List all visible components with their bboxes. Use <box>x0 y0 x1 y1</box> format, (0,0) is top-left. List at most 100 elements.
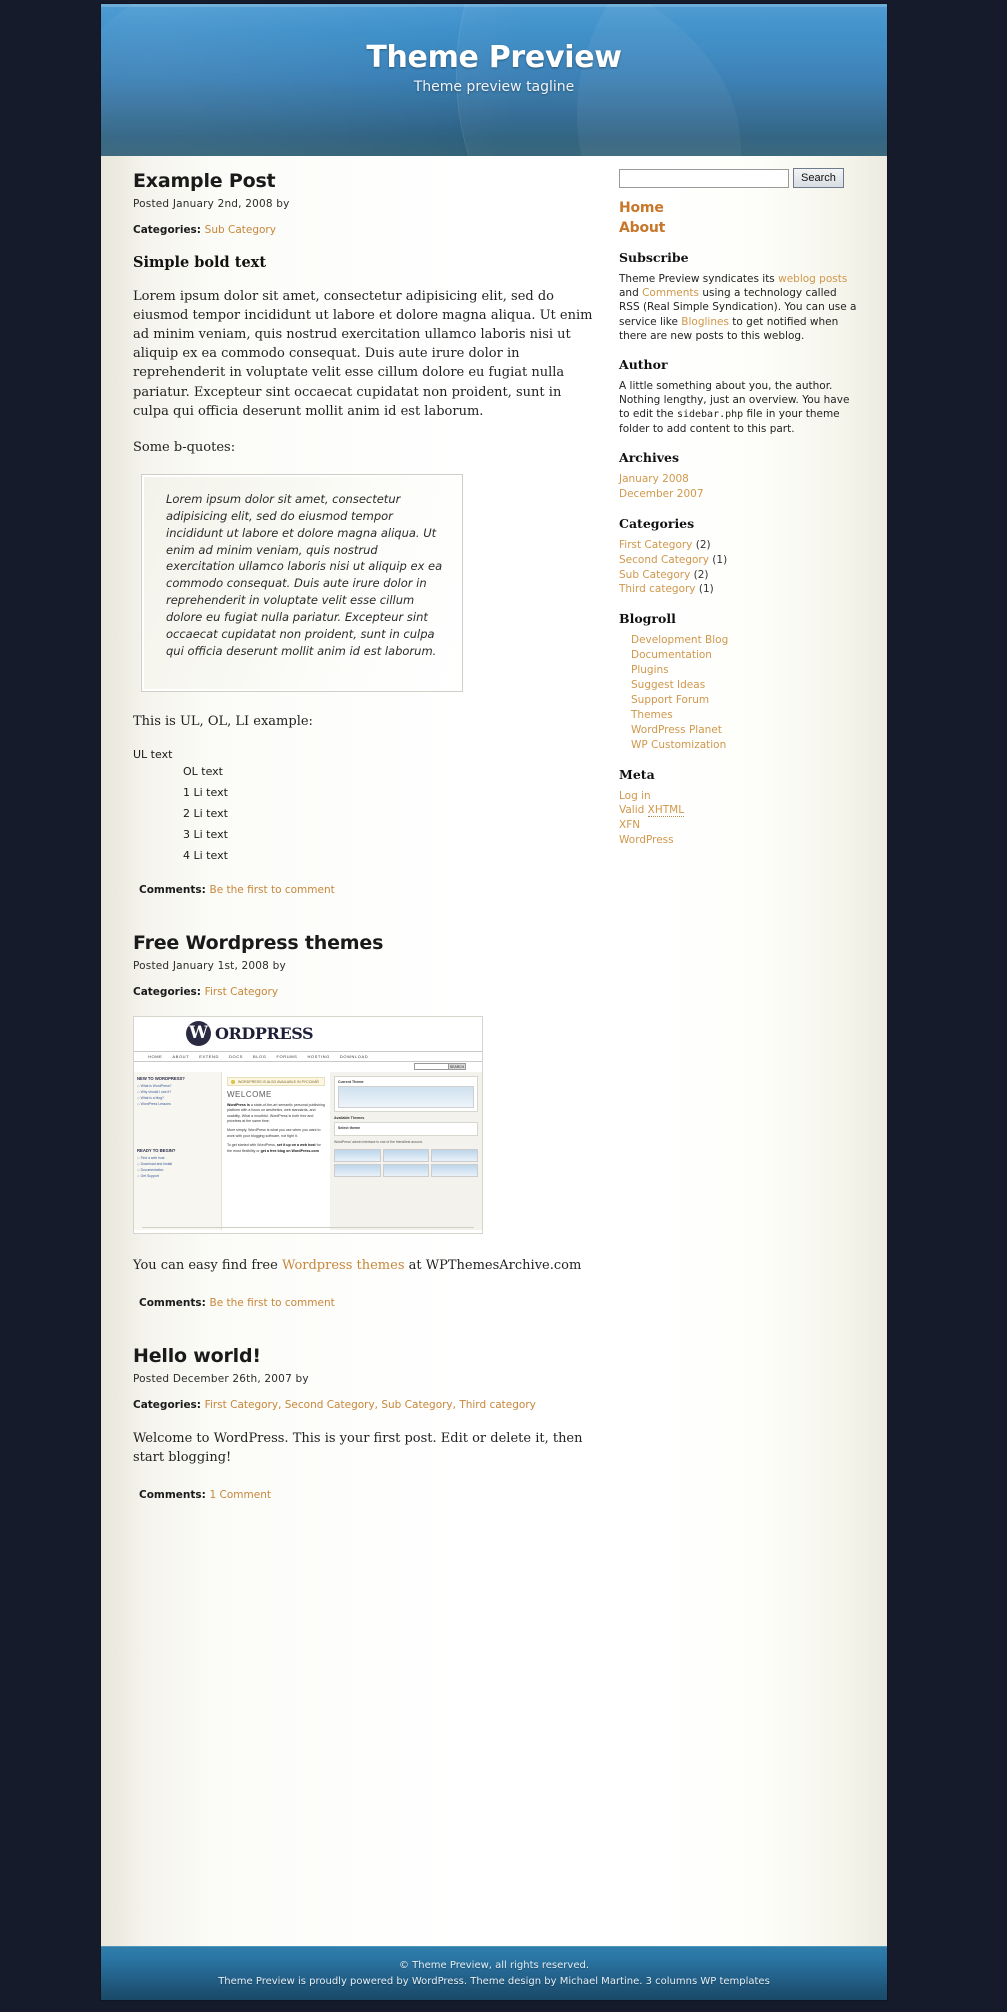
post-hello-world: Hello world! Posted December 26th, 2007 … <box>131 1345 601 1531</box>
blog-title[interactable]: Theme Preview <box>101 40 887 75</box>
meta-link-wordpress[interactable]: WordPress <box>619 834 674 846</box>
wp-right-column: Current Theme Available Themes Select th… <box>330 1071 482 1230</box>
meta-link-log-in[interactable]: Log in <box>619 790 651 802</box>
wp-left-link: What is a blog? <box>137 1096 218 1100</box>
wp-thumbnail <box>382 1163 430 1177</box>
blockquote-text: Lorem ipsum dolor sit amet, consectetur … <box>166 491 443 658</box>
comments-link[interactable]: Be the first to comment <box>210 1297 335 1309</box>
bloglines-link[interactable]: Bloglines <box>681 316 729 328</box>
blogroll-link-documentation[interactable]: Documentation <box>631 649 712 661</box>
list-item: Second Category (1) <box>619 553 859 568</box>
wp-nav-item: EXTEND <box>199 1053 220 1059</box>
post-title[interactable]: Free Wordpress themes <box>133 932 601 954</box>
wp-left-link: WordPress Lessons <box>137 1102 218 1106</box>
blog-tagline: Theme preview tagline <box>413 79 575 95</box>
list-item: Valid XHTML <box>619 803 859 818</box>
wordpress-themes-link[interactable]: Wordpress themes <box>282 1258 405 1273</box>
list-item: Development Blog <box>619 633 859 648</box>
category-link-third-category[interactable]: Third category <box>619 583 696 595</box>
sidebar-php-code: sidebar.php <box>676 409 744 421</box>
wordpress-logo: W ORDPRESS <box>186 1020 314 1046</box>
wp-p3-a: To get started with WordPress, <box>227 1143 277 1148</box>
widget-categories: Categories First Category (2) Second Cat… <box>619 516 859 598</box>
list-item: January 2008 <box>619 472 859 487</box>
wp-available-themes-label: Available Themes <box>334 1115 365 1120</box>
blogroll-link-suggest-ideas[interactable]: Suggest Ideas <box>631 679 705 691</box>
list-item: First Category (2) <box>619 538 859 553</box>
comments-link[interactable]: 1 Comment <box>210 1489 271 1501</box>
meta-list: Log in Valid XHTML XFN WordPress <box>619 789 859 849</box>
wp-left-link: Why should I use it? <box>137 1090 218 1094</box>
category-count: (1) <box>698 583 714 596</box>
header-top-sheen <box>101 4 887 7</box>
page-container: Theme Preview Theme preview tagline Exam… <box>101 4 887 2000</box>
category-links[interactable]: First Category, Second Category, Sub Cat… <box>205 1399 536 1411</box>
wp-card-title: Current Theme <box>338 1079 364 1084</box>
wp-left-heading-1: NEW TO WORDPRESS? <box>137 1075 185 1081</box>
category-link-sub-category[interactable]: Sub Category <box>205 224 276 236</box>
list-item: XFN <box>619 818 859 833</box>
nav-link-about[interactable]: About <box>619 220 859 236</box>
wp-body: NEW TO WORDPRESS? What is WordPress? Why… <box>134 1071 482 1230</box>
wp-welcome-title: WELCOME <box>227 1089 272 1099</box>
post-date: Posted January 1st, 2008 by <box>133 959 286 972</box>
meta-link-xfn[interactable]: XFN <box>619 819 640 831</box>
weblog-posts-link[interactable]: weblog posts <box>778 273 847 285</box>
site-header: Theme Preview Theme preview tagline <box>101 4 887 156</box>
post-date: Posted January 2nd, 2008 by <box>133 198 290 210</box>
post-entry: Simple bold text Lorem ipsum dolor sit a… <box>131 254 601 862</box>
wp-thumbnail <box>382 1148 430 1162</box>
wp-card-preview-image <box>338 1085 474 1108</box>
blogroll-link-development-blog[interactable]: Development Blog <box>631 634 728 646</box>
entry-blockquote: Lorem ipsum dolor sit amet, consectetur … <box>141 473 463 692</box>
ol-item: OL text <box>183 764 223 778</box>
archive-link-december-2007[interactable]: December 2007 <box>619 488 704 500</box>
search-button[interactable]: Search <box>793 168 844 188</box>
subscribe-text-1: Theme Preview syndicates its <box>619 273 779 285</box>
entry-paragraph-1: Lorem ipsum dolor sit amet, consectetur … <box>133 289 593 419</box>
list-item: 2 Li text <box>183 806 228 820</box>
wp-left-link: Download and Install <box>137 1162 218 1166</box>
ul-item: UL text <box>133 747 173 761</box>
post-categories: Categories: First Category <box>133 986 601 998</box>
widget-title-subscribe: Subscribe <box>619 250 689 265</box>
wordpress-screenshot-image[interactable]: W ORDPRESS HOME ABOUT EXTEND DOCS BLOG F… <box>133 1015 483 1234</box>
wp-thumbnail <box>334 1148 381 1162</box>
wp-p3-b: set it up on a web host <box>276 1143 316 1148</box>
blogroll-link-support-forum[interactable]: Support Forum <box>631 694 709 706</box>
comments-feed-link[interactable]: Comments <box>642 287 699 299</box>
category-link-second-category[interactable]: Second Category <box>619 554 709 566</box>
blogroll-link-wordpress-planet[interactable]: WordPress Planet <box>631 724 722 736</box>
wp-nav-bar: HOME ABOUT EXTEND DOCS BLOG FORUMS HOSTI… <box>134 1050 482 1062</box>
search-input[interactable] <box>619 168 789 188</box>
post-title[interactable]: Hello world! <box>133 1345 601 1367</box>
wp-nav-item: HOME <box>148 1053 163 1059</box>
archive-link-january-2008[interactable]: January 2008 <box>619 473 689 485</box>
wp-welcome-paragraph-1: WordPress is a state-of-the-art semantic… <box>227 1103 325 1125</box>
category-link-first-category[interactable]: First Category <box>205 986 278 998</box>
categories-label: Categories: <box>133 1399 202 1411</box>
wp-thumbnail <box>431 1163 479 1177</box>
comments-link[interactable]: Be the first to comment <box>210 884 335 896</box>
subscribe-text: Theme Preview syndicates its weblog post… <box>619 272 859 343</box>
category-link-sub-category[interactable]: Sub Category <box>619 569 690 581</box>
nav-link-home[interactable]: Home <box>619 200 859 216</box>
blogroll-link-wp-customization[interactable]: WP Customization <box>631 739 726 751</box>
blogroll-link-themes[interactable]: Themes <box>631 709 673 721</box>
wp-locale-banner: WORDPRESS IS ALSO AVAILABLE IN РУССКИЙ <box>227 1076 325 1086</box>
post-comments-line: Comments: Be the first to comment <box>139 884 601 926</box>
sidebar: Search Home About Subscribe Theme Previe… <box>619 156 859 848</box>
wp-thumbnail-strip <box>334 1163 479 1177</box>
category-link-first-category[interactable]: First Category <box>619 539 692 551</box>
blogroll-link-plugins[interactable]: Plugins <box>631 664 669 676</box>
widget-blogroll: Blogroll Development Blog Documentation … <box>619 611 859 752</box>
post-title[interactable]: Example Post <box>133 170 601 192</box>
footer-copyright: © Theme Preview, all rights reserved. <box>399 1960 589 1971</box>
wp-left-link: What is WordPress? <box>137 1084 218 1088</box>
post-example-post: Example Post Posted January 2nd, 2008 by… <box>131 170 601 926</box>
meta-link-valid-xhtml[interactable]: Valid XHTML <box>619 804 685 818</box>
wp-nav-item: DOWNLOAD <box>339 1053 369 1059</box>
category-count: (2) <box>695 538 711 551</box>
footer-credits: Theme Preview is proudly powered by Word… <box>218 1976 770 1987</box>
xhtml-abbr: XHTML <box>647 804 685 818</box>
